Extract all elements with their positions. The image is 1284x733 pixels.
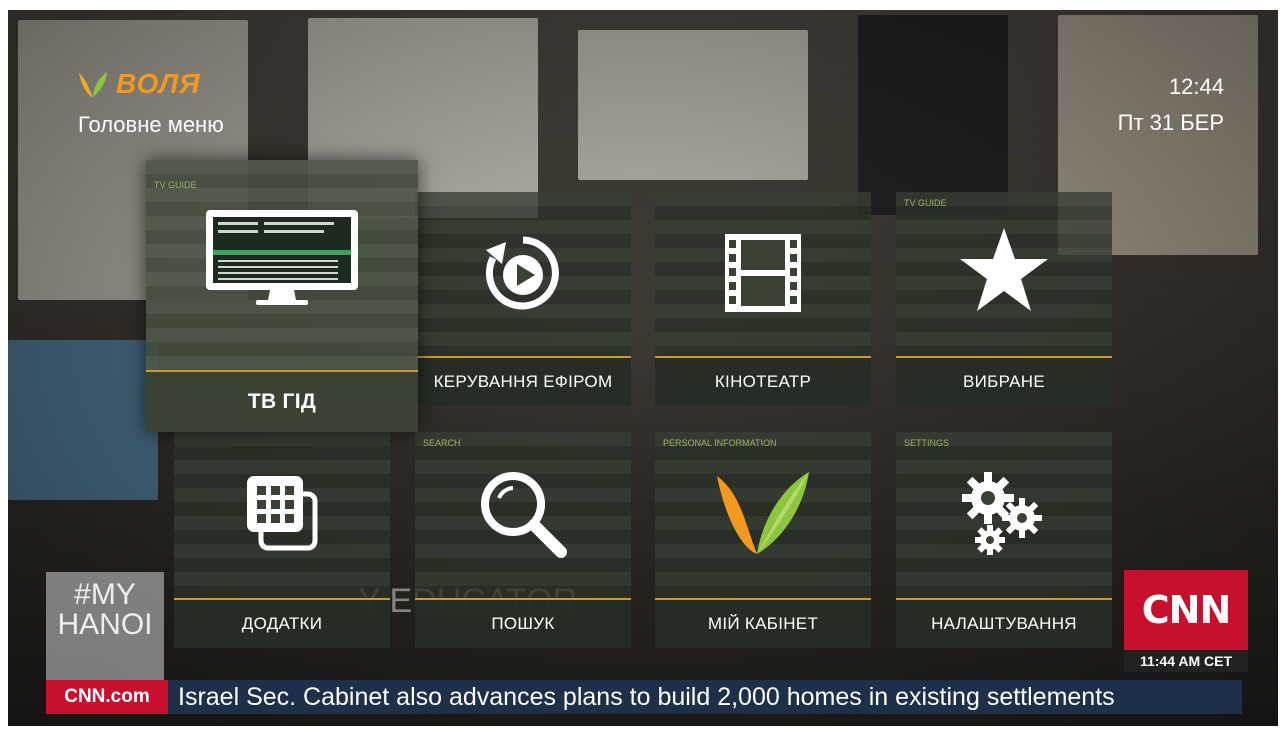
hashtag-graphic: #MY HANOI: [46, 572, 164, 680]
tile-label-bar: КІНОТЕАТР: [655, 356, 871, 406]
gears-icon: [962, 472, 1042, 555]
tile-search[interactable]: SEARCH ПОШУК: [415, 432, 631, 648]
tile-preview-title: PERSONAL INFORMATION: [663, 438, 777, 448]
ticker-source: CNN.com: [46, 680, 168, 714]
tile-preview-title: SETTINGS: [904, 438, 950, 448]
volia-logo-icon: [79, 72, 107, 97]
tile-preview-title: TV GUIDE: [904, 198, 947, 208]
tile-settings[interactable]: SETTINGS НАЛАШТУВАННЯ: [896, 432, 1112, 648]
tile-my-account[interactable]: PERSONAL INFORMATION МІЙ КАБІНЕТ: [655, 432, 871, 648]
tile-label-bar: ДОДАТКИ: [174, 598, 390, 648]
film-icon: [725, 234, 801, 312]
search-icon: [481, 472, 567, 558]
tile-tv-guide[interactable]: TV GUIDE ТВ ГІД: [146, 160, 418, 432]
clock: 12:44: [1168, 74, 1224, 99]
apps-icon: [247, 476, 318, 551]
tile-broadcast-control[interactable]: КЕРУВАННЯ ЕФІРОМ: [415, 192, 631, 406]
ticker-text: Israel Sec. Cabinet also advances plans …: [178, 682, 1115, 711]
tile-label-bar: ТВ ГІД: [146, 370, 418, 432]
brand-logo: ВОЛЯ: [76, 68, 201, 100]
tile-label-bar: КЕРУВАННЯ ЕФІРОМ: [415, 356, 631, 406]
tile-label: НАЛАШТУВАННЯ: [931, 614, 1077, 633]
brand-name: ВОЛЯ: [116, 68, 201, 99]
tile-label: КЕРУВАННЯ ЕФІРОМ: [433, 372, 613, 391]
tile-apps[interactable]: ДОДАТКИ: [174, 432, 390, 648]
star-icon: [960, 228, 1048, 311]
volia-logo-icon: [717, 472, 809, 554]
replay-play-icon: [485, 236, 559, 310]
tile-label-bar: МІЙ КАБІНЕТ: [655, 598, 871, 648]
tile-label: ДОДАТКИ: [241, 614, 323, 633]
cnn-logo: CNN: [1124, 570, 1248, 650]
tile-label: ТВ ГІД: [247, 390, 317, 413]
tile-label-bar: НАЛАШТУВАННЯ: [896, 598, 1112, 648]
broadcast-time: 11:44 AM CET: [1124, 650, 1248, 672]
tile-cinema[interactable]: КІНОТЕАТР: [655, 192, 871, 406]
page-title: Головне меню: [78, 112, 224, 137]
tile-label: ПОШУК: [491, 614, 555, 633]
date: Пт 31 БЕР: [1117, 110, 1224, 135]
monitor-icon: [206, 210, 358, 305]
tile-preview-title: TV GUIDE: [154, 180, 197, 190]
tile-preview-title: SEARCH: [423, 438, 461, 448]
tile-label-bar: ПОШУК: [415, 598, 631, 648]
tv-screen: #MY HANOI Y EDUCATOR ВОЛЯ Головне меню 1…: [8, 10, 1278, 726]
news-ticker: CNN.com Israel Sec. Cabinet also advance…: [46, 680, 1242, 714]
cnn-logo-text: CNN: [1141, 588, 1231, 632]
tile-label: МІЙ КАБІНЕТ: [707, 614, 819, 633]
tile-label: КІНОТЕАТР: [714, 372, 812, 391]
tile-favorites[interactable]: TV GUIDE ВИБРАНЕ: [896, 192, 1112, 406]
tile-label: ВИБРАНЕ: [963, 372, 1045, 391]
tile-label-bar: ВИБРАНЕ: [896, 356, 1112, 406]
